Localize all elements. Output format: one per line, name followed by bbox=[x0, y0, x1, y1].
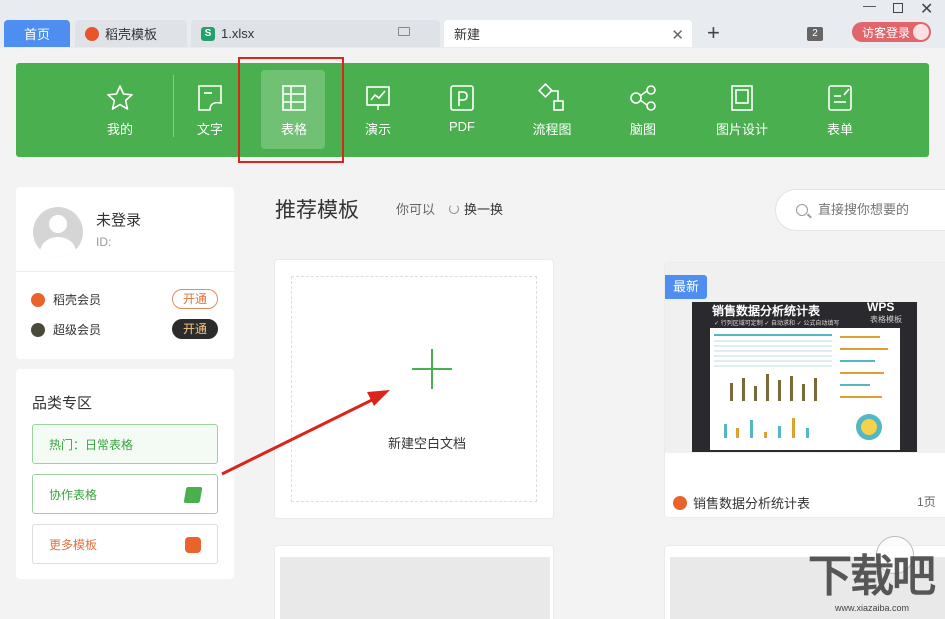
category-item-collab[interactable]: 协作表格 bbox=[32, 474, 218, 514]
minimize-icon[interactable]: — bbox=[863, 0, 876, 13]
document-icon bbox=[198, 85, 222, 111]
star-icon bbox=[107, 85, 133, 110]
tool-form-label: 表单 bbox=[826, 122, 853, 137]
thumbnail-subtitle: ✓ 行列区域可定制 ✓ 自动求和 ✓ 公式自动填写 bbox=[714, 321, 840, 327]
category-card: 品类专区 热门：日常表格 协作表格 更多模板 bbox=[16, 369, 234, 579]
search-input[interactable] bbox=[818, 202, 945, 217]
new-blank-document-card[interactable]: 新建空白文档 bbox=[274, 259, 554, 519]
stack-icon bbox=[183, 487, 203, 503]
tab-docer[interactable]: 稻壳模板 bbox=[75, 20, 187, 47]
tool-image-design[interactable]: 图片设计 bbox=[702, 63, 782, 157]
plus-icon-vertical bbox=[431, 349, 433, 389]
tab-docer-label: 稻壳模板 bbox=[105, 27, 158, 42]
maximize-icon[interactable] bbox=[893, 3, 903, 13]
search-icon bbox=[796, 204, 808, 216]
docer-icon bbox=[185, 537, 201, 553]
refresh-icon bbox=[449, 203, 459, 214]
docer-member-icon bbox=[31, 292, 45, 307]
user-id: ID: bbox=[96, 235, 112, 249]
super-member-icon bbox=[31, 322, 45, 337]
monitor-icon[interactable] bbox=[398, 27, 410, 36]
image-design-icon bbox=[731, 85, 753, 111]
tool-pdf-label: PDF bbox=[449, 119, 475, 134]
tab-new-label: 新建 bbox=[454, 27, 481, 42]
close-tab-icon[interactable]: ✕ bbox=[671, 26, 684, 44]
blank-document-area[interactable]: 新建空白文档 bbox=[291, 276, 537, 502]
docer-member-label: 稻壳会员 bbox=[53, 293, 102, 307]
super-member-open-button[interactable]: 开通 bbox=[172, 319, 218, 339]
super-member: 超级会员 bbox=[31, 321, 101, 338]
template-card[interactable]: 销售数据分析统计表 WPS 表格模板 ✓ 行列区域可定制 ✓ 自动求和 ✓ 公式… bbox=[664, 262, 945, 518]
user-card: 未登录 ID: 稻壳会员 开通 超级会员 开通 bbox=[16, 187, 234, 359]
avatar-icon bbox=[913, 24, 929, 40]
category-item-label: 热门：日常表格 bbox=[49, 437, 134, 452]
window-count-badge[interactable]: 2 bbox=[807, 27, 823, 41]
tab-xlsx[interactable]: S 1.xlsx bbox=[191, 20, 440, 47]
tool-mine[interactable]: 我的 bbox=[80, 63, 160, 157]
category-item-more[interactable]: 更多模板 bbox=[32, 524, 218, 564]
template-name-label: 销售数据分析统计表 bbox=[693, 496, 811, 511]
tool-writer-label: 文字 bbox=[196, 122, 223, 137]
category-item-label: 更多模板 bbox=[49, 537, 98, 552]
category-item-hot[interactable]: 热门：日常表格 bbox=[32, 424, 218, 464]
tab-home-label: 首页 bbox=[23, 27, 50, 42]
watermark-url: www.xiazaiba.com bbox=[835, 603, 910, 613]
page-title: 推荐模板 bbox=[275, 199, 359, 222]
template-card-placeholder[interactable] bbox=[274, 545, 554, 619]
guest-login-button[interactable]: 访客登录 bbox=[852, 22, 931, 42]
flowchart-icon bbox=[538, 83, 564, 111]
new-badge: 最新 bbox=[665, 275, 707, 299]
new-tab-button[interactable]: + bbox=[707, 22, 720, 44]
tool-mindmap[interactable]: 脑图 bbox=[603, 63, 683, 157]
tool-form[interactable]: 表单 bbox=[800, 63, 880, 157]
category-title: 品类专区 bbox=[32, 395, 93, 412]
close-window-icon[interactable]: ✕ bbox=[920, 0, 933, 19]
thumbnail-page bbox=[710, 328, 900, 450]
pdf-icon bbox=[450, 85, 474, 111]
tab-xlsx-label: 1.xlsx bbox=[221, 26, 255, 41]
tool-presentation[interactable]: 演示 bbox=[338, 63, 418, 157]
super-member-label: 超级会员 bbox=[53, 323, 102, 337]
thumbnail-wps: WPS bbox=[867, 300, 895, 314]
tab-bar: 首页 稻壳模板 S 1.xlsx 新建 ✕ + 2 访客登录 — ✕ bbox=[0, 0, 945, 48]
spreadsheet-file-icon: S bbox=[201, 26, 215, 41]
guest-login-label: 访客登录 bbox=[862, 25, 911, 40]
divider bbox=[16, 271, 234, 272]
tool-mine-label: 我的 bbox=[106, 122, 133, 137]
tab-home[interactable]: 首页 bbox=[4, 20, 70, 47]
template-preview[interactable]: 销售数据分析统计表 WPS 表格模板 ✓ 行列区域可定制 ✓ 自动求和 ✓ 公式… bbox=[665, 263, 945, 453]
user-name[interactable]: 未登录 bbox=[96, 209, 141, 230]
search-box[interactable] bbox=[775, 189, 945, 231]
template-name[interactable]: 销售数据分析统计表 bbox=[673, 493, 810, 512]
tool-pdf[interactable]: PDF bbox=[422, 63, 502, 157]
watermark-logo: 下载吧 bbox=[808, 552, 936, 601]
tab-new[interactable]: 新建 ✕ bbox=[444, 20, 692, 47]
tool-image-design-label: 图片设计 bbox=[715, 122, 768, 137]
template-page-count: 1页 bbox=[917, 495, 936, 509]
docer-icon bbox=[85, 26, 99, 41]
template-thumbnail: 销售数据分析统计表 WPS 表格模板 ✓ 行列区域可定制 ✓ 自动求和 ✓ 公式… bbox=[692, 300, 917, 452]
mindmap-icon bbox=[630, 85, 656, 111]
app-type-toolbar: 我的 文字 表格 演示 PDF 流程图 脑图 图片设计 表单 bbox=[16, 63, 929, 157]
highlight-annotation-box bbox=[238, 57, 344, 163]
tool-flowchart[interactable]: 流程图 bbox=[512, 63, 592, 157]
refresh-label: 换一换 bbox=[464, 202, 504, 217]
new-blank-document-label: 新建空白文档 bbox=[388, 436, 467, 451]
tool-presentation-label: 演示 bbox=[364, 122, 391, 137]
presentation-icon bbox=[366, 86, 390, 110]
docer-icon bbox=[673, 495, 687, 510]
hint-text: 你可以 bbox=[396, 202, 436, 217]
docer-member: 稻壳会员 bbox=[31, 291, 101, 308]
refresh-button[interactable]: 换一换 bbox=[449, 199, 503, 218]
thumbnail-wps-sub: 表格模板 bbox=[870, 315, 902, 324]
tool-mindmap-label: 脑图 bbox=[629, 122, 656, 137]
category-item-label: 协作表格 bbox=[49, 487, 98, 502]
form-icon bbox=[828, 85, 852, 111]
docer-member-open-button[interactable]: 开通 bbox=[172, 289, 218, 309]
thumbnail-title: 销售数据分析统计表 bbox=[712, 304, 821, 318]
avatar[interactable] bbox=[33, 207, 83, 257]
tool-flowchart-label: 流程图 bbox=[532, 122, 572, 137]
